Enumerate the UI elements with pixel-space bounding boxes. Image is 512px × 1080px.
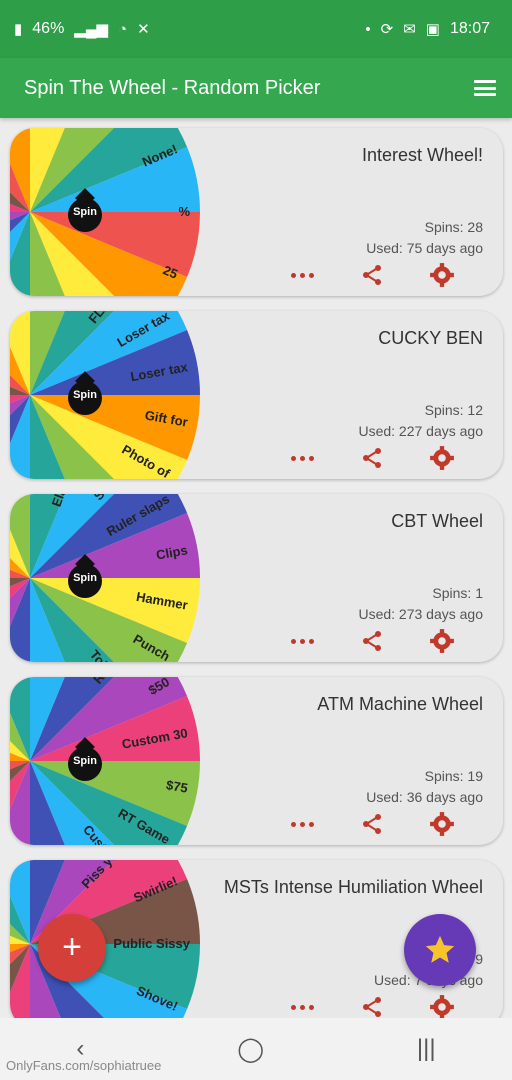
- star-icon: [425, 935, 455, 963]
- last-used: Used: 227 days ago: [358, 423, 483, 439]
- last-used: Used: 273 days ago: [358, 606, 483, 622]
- more-options-icon[interactable]: [289, 811, 315, 837]
- image-icon: ▣: [425, 21, 440, 38]
- card-actions: [289, 811, 455, 837]
- more-options-icon[interactable]: [289, 994, 315, 1018]
- settings-gear-icon[interactable]: [429, 628, 455, 654]
- share-icon[interactable]: [359, 628, 385, 654]
- wheel-thumbnail[interactable]: 10%5%None!%25ial0%Spin: [10, 128, 200, 296]
- wheel-thumbnail[interactable]: Elastic bandsString tieRuler slapsClipsH…: [10, 494, 200, 662]
- more-options-icon[interactable]: [289, 262, 315, 288]
- spin-label: Spin: [73, 572, 97, 584]
- spin-button[interactable]: Spin: [68, 192, 104, 234]
- wheel-thumbnail[interactable]: $100RT Game$50Custom 30$75RT GameCustom …: [10, 677, 200, 845]
- settings-gear-icon[interactable]: [429, 445, 455, 471]
- spin-label: Spin: [73, 206, 97, 218]
- wheel-name: ATM Machine Wheel: [317, 694, 483, 714]
- spin-count: Spins: 1: [432, 585, 483, 601]
- card-actions: [289, 262, 455, 288]
- status-time: 18:07: [449, 20, 490, 37]
- hamburger-menu-icon[interactable]: [474, 80, 496, 96]
- wheel-name: MSTs Intense Humiliation Wheel: [223, 877, 483, 897]
- favorites-star-button[interactable]: [404, 914, 476, 986]
- wheel-segment-label: Public Sissy: [113, 936, 190, 951]
- watermark-text: OnlyFans.com/sophiatruee: [6, 1058, 162, 1073]
- wheel-card[interactable]: Re-spinFLASH RTLoser taxLoser taxGift fo…: [10, 311, 503, 479]
- settings-gear-icon[interactable]: [429, 994, 455, 1018]
- wheel-list[interactable]: 10%5%None!%25ial0%SpinInterest Wheel!Spi…: [0, 118, 512, 1018]
- wheel-name: Interest Wheel!: [361, 145, 483, 165]
- wheel-name: CBT Wheel: [391, 511, 483, 531]
- spin-count: Spins: 12: [424, 402, 483, 418]
- card-actions: [289, 445, 455, 471]
- share-icon[interactable]: [359, 994, 385, 1018]
- wheel-thumbnail[interactable]: Re-spinFLASH RTLoser taxLoser taxGift fo…: [10, 311, 200, 479]
- spin-label: Spin: [73, 389, 97, 401]
- wheel-graphic: Re-spinFLASH RTLoser taxLoser taxGift fo…: [10, 311, 200, 479]
- dot-icon: •: [365, 20, 371, 38]
- share-icon[interactable]: [359, 262, 385, 288]
- more-options-icon[interactable]: [289, 445, 315, 471]
- status-left: ▮ 46% ▂▄▆ ◔ ✕: [14, 20, 150, 38]
- settings-gear-icon[interactable]: [429, 262, 455, 288]
- signal-icon: ▂▄▆: [74, 21, 108, 38]
- recents-icon[interactable]: |||: [417, 1035, 436, 1063]
- add-wheel-button[interactable]: +: [38, 914, 106, 982]
- share-icon[interactable]: [359, 811, 385, 837]
- battery-percent: 46%: [32, 20, 65, 37]
- app-bar: Spin The Wheel - Random Picker: [0, 58, 512, 118]
- wheel-card[interactable]: 10%5%None!%25ial0%Spin Interest Wheel! Spi…: [10, 128, 503, 296]
- wheel-card[interactable]: Elastic bandsString tieRuler slapsClipsH…: [10, 494, 503, 662]
- battery-icon: ▮: [14, 21, 23, 38]
- home-circle-icon[interactable]: ◯: [237, 1035, 264, 1064]
- wheel-graphic: 10%5%None!%25ial0%: [10, 128, 200, 296]
- sync-icon: ⟳: [380, 21, 394, 38]
- share-icon[interactable]: [359, 445, 385, 471]
- mail-icon: ✉: [403, 21, 416, 38]
- spin-count: Spins: 19: [424, 768, 483, 784]
- last-used: Used: 75 days ago: [366, 240, 483, 256]
- mute-icon: ✕: [137, 21, 150, 38]
- wheel-graphic: $100RT Game$50Custom 30$75RT GameCustom …: [10, 677, 200, 845]
- spin-label: Spin: [73, 755, 97, 767]
- card-actions: [289, 994, 455, 1018]
- spin-button[interactable]: Spin: [68, 741, 104, 783]
- status-bar: ▮ 46% ▂▄▆ ◔ ✕ • ⟳ ✉ ▣ 18:07: [0, 0, 512, 58]
- wheel-segment-label: %: [178, 204, 190, 219]
- spin-button[interactable]: Spin: [68, 558, 104, 600]
- last-used: Used: 36 days ago: [366, 789, 483, 805]
- wheel-graphic: Elastic bandsString tieRuler slapsClipsH…: [10, 494, 200, 662]
- spin-button[interactable]: Spin: [68, 375, 104, 417]
- spin-count: Spins: 28: [424, 219, 483, 235]
- wheel-name: CUCKY BEN: [378, 328, 483, 348]
- wifi-icon: ◔: [118, 20, 128, 38]
- card-actions: [289, 628, 455, 654]
- more-options-icon[interactable]: [289, 628, 315, 654]
- status-right: • ⟳ ✉ ▣ 18:07: [365, 20, 490, 38]
- wheel-card[interactable]: $100RT Game$50Custom 30$75RT GameCustom …: [10, 677, 503, 845]
- app-title: Spin The Wheel - Random Picker: [24, 76, 321, 99]
- settings-gear-icon[interactable]: [429, 811, 455, 837]
